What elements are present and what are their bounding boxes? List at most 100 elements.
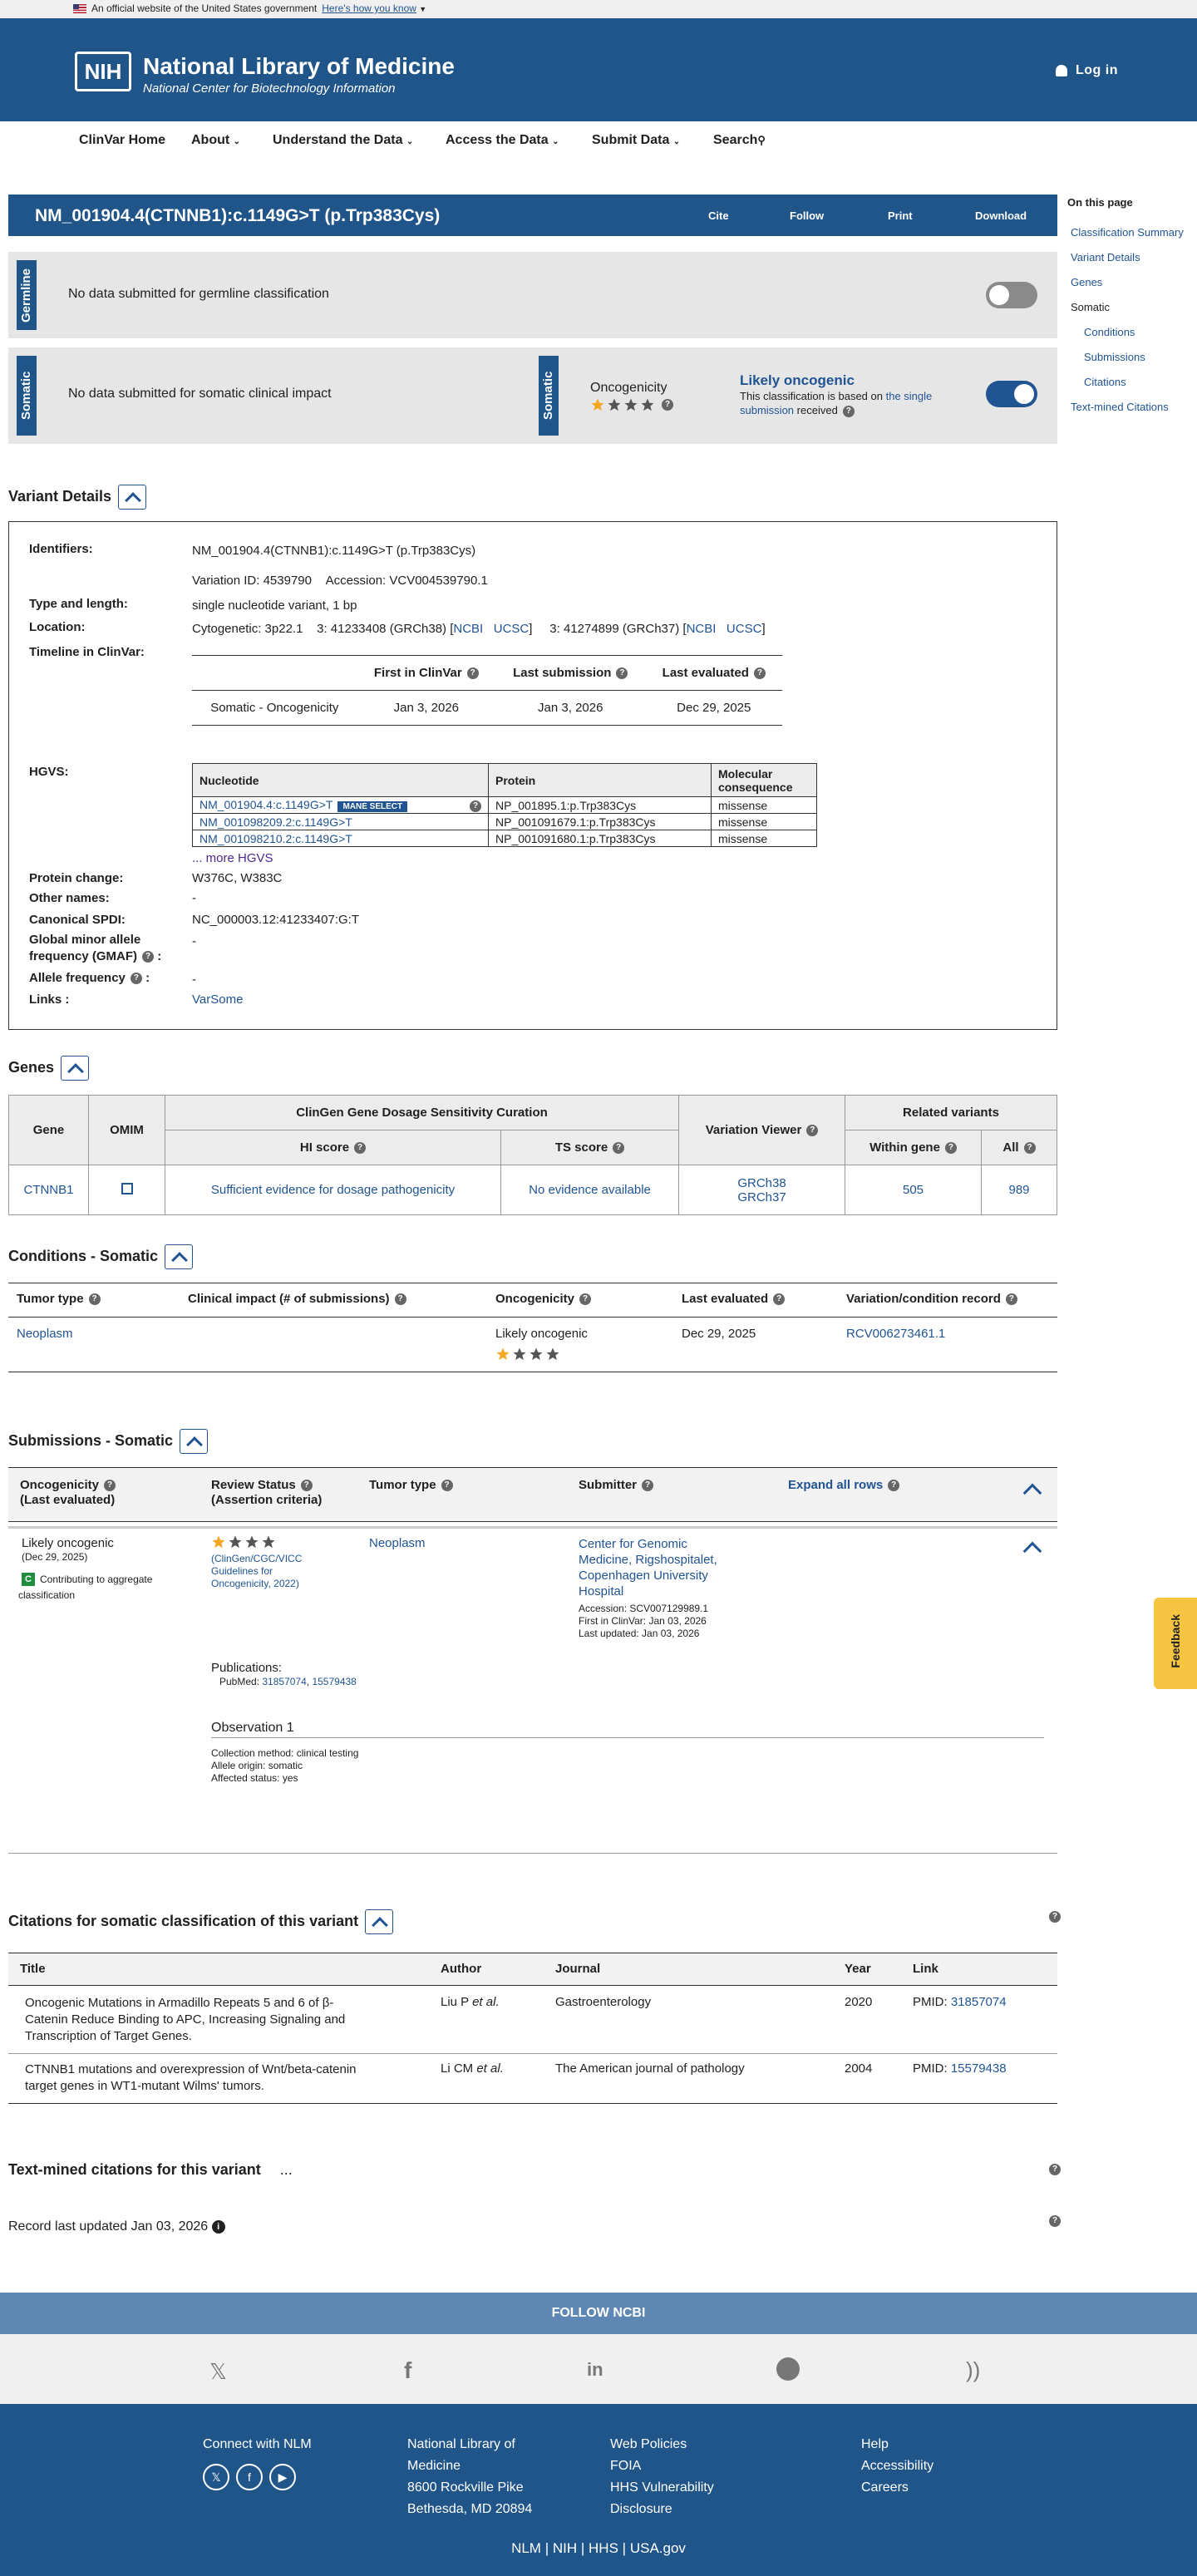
nih-logo[interactable]: NIH: [75, 52, 131, 91]
sidebar-item-classification-summary[interactable]: Classification Summary: [1071, 226, 1184, 239]
condition-tumor-link[interactable]: Neoplasm: [17, 1327, 73, 1341]
collapse-row-chevron-icon[interactable]: [1022, 1541, 1042, 1561]
grch38-viewer-link[interactable]: GRCh38: [737, 1176, 786, 1190]
pubmed-link-2[interactable]: 15579438: [312, 1676, 356, 1687]
feedback-button[interactable]: Feedback: [1154, 1598, 1197, 1689]
help-icon[interactable]: ?: [441, 1480, 453, 1492]
sidebar-item-citations[interactable]: Citations: [1084, 376, 1126, 388]
collapse-chevron-icon[interactable]: [180, 1429, 209, 1454]
collapse-chevron-icon[interactable]: [118, 485, 147, 510]
print-button[interactable]: Print: [888, 209, 913, 222]
help-icon[interactable]: ?: [773, 1293, 786, 1306]
help-icon[interactable]: ?: [616, 667, 628, 680]
x-icon[interactable]: 𝕏: [209, 2359, 227, 2385]
help-icon[interactable]: ?: [1005, 1293, 1017, 1306]
x-icon[interactable]: 𝕏: [203, 2464, 229, 2490]
text-mined-expand[interactable]: ...: [280, 2161, 293, 2178]
collapse-chevron-icon[interactable]: [61, 1056, 90, 1081]
how-you-know-link[interactable]: Here's how you know: [322, 2, 416, 14]
gene-link[interactable]: CTNNB1: [23, 1183, 73, 1197]
sidebar-item-conditions[interactable]: Conditions: [1084, 326, 1135, 338]
ncbi-link-grch37[interactable]: NCBI: [687, 622, 717, 636]
linkedin-icon[interactable]: in: [587, 2359, 603, 2381]
nav-understand-data[interactable]: Understand the Data ⌄: [273, 133, 413, 148]
hgvs-nucleotide-link[interactable]: NM_001098210.2:c.1149G>T: [200, 832, 352, 845]
help-icon[interactable]: ?: [354, 1142, 367, 1155]
ucsc-link-grch37[interactable]: UCSC: [727, 622, 762, 636]
cite-button[interactable]: Cite: [708, 209, 729, 222]
condition-record-link[interactable]: RCV006273461.1: [846, 1327, 945, 1341]
help-icon[interactable]: ?: [806, 1125, 819, 1137]
help-icon[interactable]: ?: [944, 1142, 957, 1155]
hi-score-link[interactable]: Sufficient evidence for dosage pathogeni…: [211, 1183, 455, 1197]
help-icon[interactable]: ?: [1049, 1911, 1061, 1923]
download-button[interactable]: Download: [975, 209, 1027, 222]
help-icon[interactable]: ?: [142, 951, 155, 963]
collapse-chevron-icon[interactable]: [165, 1244, 193, 1269]
more-hgvs-link[interactable]: ... more HGVS: [192, 851, 273, 865]
login-button[interactable]: Log in: [1056, 63, 1118, 78]
help-link[interactable]: Help: [861, 2437, 889, 2451]
grch37-viewer-link[interactable]: GRCh37: [737, 1190, 786, 1204]
follow-button[interactable]: Follow: [790, 209, 824, 222]
help-icon[interactable]: ?: [88, 1293, 101, 1306]
sub-tumor-link[interactable]: Neoplasm: [369, 1536, 426, 1550]
hhs-bottom-link[interactable]: HHS: [589, 2540, 618, 2556]
collapse-chevron-icon[interactable]: [365, 1909, 394, 1934]
nav-search[interactable]: Search⚲: [713, 133, 766, 148]
accessibility-link[interactable]: Accessibility: [861, 2459, 933, 2473]
help-icon[interactable]: ?: [662, 399, 673, 411]
sidebar-item-variant-details[interactable]: Variant Details: [1071, 251, 1140, 264]
foia-link[interactable]: FOIA: [610, 2459, 641, 2473]
help-icon[interactable]: ?: [1049, 2215, 1061, 2227]
within-gene-link[interactable]: 505: [903, 1183, 924, 1197]
web-policies-link[interactable]: Web Policies: [610, 2437, 687, 2451]
help-icon[interactable]: ?: [642, 1480, 654, 1492]
sidebar-item-submissions[interactable]: Submissions: [1084, 351, 1145, 363]
help-icon[interactable]: ?: [394, 1293, 406, 1306]
hgvs-nucleotide-link[interactable]: NM_001904.4:c.1149G>T: [200, 798, 332, 811]
help-icon[interactable]: ?: [613, 1142, 625, 1155]
pmid-link[interactable]: 31857074: [951, 1995, 1007, 2009]
nlm-title[interactable]: National Library of Medicine: [143, 53, 455, 80]
pmid-link[interactable]: 15579438: [951, 2061, 1007, 2076]
nav-clinvar-home[interactable]: ClinVar Home: [79, 133, 165, 148]
nav-access-data[interactable]: Access the Data ⌄: [446, 133, 559, 148]
assertion-criteria-link[interactable]: (ClinGen/CGC/VICC Guidelines for Oncogenic…: [211, 1553, 302, 1590]
facebook-icon[interactable]: f: [404, 2357, 411, 2384]
github-icon[interactable]: [776, 2357, 800, 2381]
sidebar-item-text-mined[interactable]: Text-mined Citations: [1071, 401, 1169, 413]
ucsc-link[interactable]: UCSC: [494, 622, 530, 636]
help-icon[interactable]: ?: [888, 1480, 900, 1492]
youtube-icon[interactable]: ▶: [269, 2464, 296, 2490]
help-icon[interactable]: ?: [753, 667, 766, 680]
nlm-bottom-link[interactable]: NLM: [511, 2540, 541, 2556]
expand-all-rows[interactable]: Expand all rows?: [788, 1478, 900, 1492]
help-icon[interactable]: ?: [470, 800, 481, 812]
help-icon[interactable]: ?: [579, 1293, 592, 1306]
usagov-bottom-link[interactable]: USA.gov: [630, 2540, 686, 2556]
help-icon[interactable]: ?: [1023, 1142, 1036, 1155]
help-icon[interactable]: ?: [300, 1480, 313, 1492]
somatic-toggle[interactable]: [986, 381, 1037, 407]
varsome-link[interactable]: VarSome: [192, 992, 243, 1007]
germline-toggle[interactable]: [986, 282, 1037, 308]
external-link-icon[interactable]: [121, 1182, 133, 1194]
nav-submit-data[interactable]: Submit Data ⌄: [592, 133, 680, 148]
nlm-link[interactable]: National Library of Medicine: [407, 2437, 515, 2473]
sidebar-item-genes[interactable]: Genes: [1071, 276, 1102, 288]
submitter-link[interactable]: Center for Genomic Medicine, Rigshospital…: [579, 1536, 717, 1599]
info-icon[interactable]: i: [211, 2219, 225, 2234]
ts-score-link[interactable]: No evidence available: [529, 1183, 651, 1197]
hgvs-nucleotide-link[interactable]: NM_001098209.2:c.1149G>T: [200, 815, 352, 829]
help-icon[interactable]: ?: [466, 667, 479, 680]
nav-about[interactable]: About ⌄: [191, 133, 240, 148]
hhs-vuln-link[interactable]: HHS Vulnerability Disclosure: [610, 2480, 714, 2516]
rss-icon[interactable]: )): [966, 2357, 980, 2383]
help-icon[interactable]: ?: [1049, 2164, 1061, 2175]
facebook-icon[interactable]: f: [236, 2464, 263, 2490]
all-variants-link[interactable]: 989: [1008, 1183, 1029, 1197]
help-icon[interactable]: ?: [842, 405, 855, 417]
ncbi-link[interactable]: NCBI: [453, 622, 483, 636]
nih-bottom-link[interactable]: NIH: [553, 2540, 577, 2556]
